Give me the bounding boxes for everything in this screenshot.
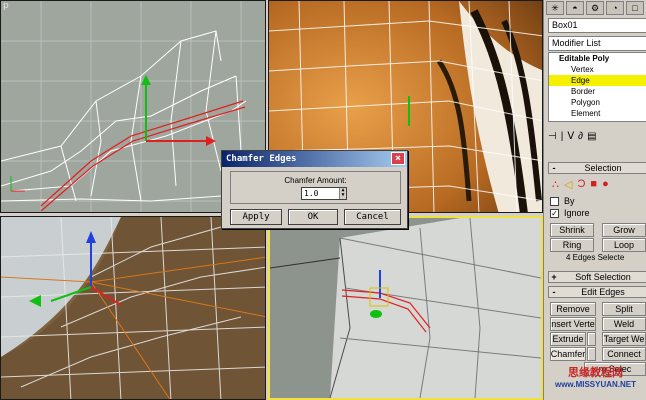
shaded-mesh	[270, 218, 541, 398]
chamfer-settings-button[interactable]	[587, 347, 596, 361]
modify-icon[interactable]: ◓	[566, 1, 584, 15]
chamfer-amount-value: 1.0	[304, 189, 319, 198]
subobject-icons: ∴ ◁ Ɔ ■ ●	[552, 178, 609, 191]
apply-button[interactable]: Apply	[230, 209, 282, 225]
insert-vertex-button[interactable]: nsert Verte	[550, 317, 596, 331]
weld-button[interactable]: Weld	[602, 317, 646, 331]
watermark-line1: 思缘教程网	[568, 367, 623, 379]
panel-tabs: ✳ ◓ ⚙ ◔ □	[544, 0, 646, 16]
cancel-button[interactable]: Cancel	[344, 209, 401, 225]
element-mode-icon[interactable]: ●	[602, 178, 609, 191]
chamfer-amount-label: Chamfer Amount:	[284, 176, 347, 185]
chamfer-amount-group: Chamfer Amount: 1.0 ▲ ▼	[230, 171, 401, 204]
stack-item-vertex[interactable]: Vertex	[549, 64, 646, 75]
watermark: 思缘教程网 www.MISSYUAN.NET	[545, 364, 646, 400]
by-vertex-checkbox[interactable]	[550, 197, 559, 206]
stack-item-polygon[interactable]: Polygon	[549, 97, 646, 108]
viewport-bottom-right-active[interactable]	[268, 216, 543, 400]
spinner-arrows-icon[interactable]: ▲ ▼	[339, 188, 346, 199]
vertex-mode-icon[interactable]: ∴	[552, 178, 559, 191]
create-icon[interactable]: ✳	[546, 1, 564, 15]
configure-sets-icon[interactable]: ▤	[587, 131, 596, 142]
pin-stack-icon[interactable]: ⊣	[548, 131, 557, 142]
make-unique-icon[interactable]: Ⅴ	[567, 131, 574, 142]
stack-item-editable-poly[interactable]: Editable Poly	[549, 53, 646, 64]
viewport-bottom-left[interactable]: ft	[0, 216, 266, 400]
edit-edges-title: Edit Edges	[581, 287, 625, 297]
watermark-line2: www.MISSYUAN.NET	[554, 380, 637, 389]
show-end-result-icon[interactable]: |	[561, 131, 564, 142]
edge-mode-icon[interactable]: ◁	[564, 178, 572, 191]
dialog-titlebar[interactable]: Chamfer Edges ×	[222, 151, 407, 167]
close-icon[interactable]: ×	[391, 152, 405, 165]
ok-button[interactable]: OK	[288, 209, 338, 225]
selection-status: 4 Edges Selecte	[566, 253, 625, 262]
selection-rollout-header[interactable]: - Selection	[548, 162, 646, 174]
ignore-backfacing-label: Ignore	[564, 208, 590, 218]
selection-rollout-title: Selection	[584, 163, 622, 173]
chamfer-amount-spinner[interactable]: 1.0 ▲ ▼	[301, 187, 347, 200]
edit-edges-rollout-header[interactable]: - Edit Edges	[548, 286, 646, 298]
grow-button[interactable]: Grow	[602, 223, 646, 237]
border-mode-icon[interactable]: Ɔ	[577, 178, 585, 191]
ring-button[interactable]: Ring	[550, 238, 594, 252]
object-name-field[interactable]: Box01	[548, 18, 646, 33]
modifier-stack: Editable Poly Vertex Edge Border Polygon…	[548, 52, 646, 122]
remove-button[interactable]: Remove	[550, 302, 596, 316]
shrink-button[interactable]: Shrink	[550, 223, 594, 237]
motion-icon[interactable]: ◔	[606, 1, 624, 15]
connect-button[interactable]: Connect	[602, 347, 646, 361]
extrude-button[interactable]: Extrude	[550, 332, 586, 346]
remove-modifier-icon[interactable]: ∂	[578, 131, 583, 142]
stack-toolbar: ⊣ | Ⅴ ∂ ▤	[548, 128, 646, 144]
split-button[interactable]: Split	[602, 302, 646, 316]
stack-item-element[interactable]: Element	[549, 108, 646, 119]
by-vertex-label: By	[564, 196, 575, 206]
extrude-settings-button[interactable]	[587, 332, 596, 346]
stack-item-border[interactable]: Border	[549, 86, 646, 97]
display-icon[interactable]: □	[626, 1, 644, 15]
chamfer-button[interactable]: Chamfer	[550, 347, 586, 361]
perspective-mesh	[1, 217, 265, 399]
hierarchy-icon[interactable]: ⚙	[586, 1, 604, 15]
ignore-backfacing-checkbox[interactable]: ✓	[550, 209, 559, 218]
soft-selection-rollout-header[interactable]: + Soft Selection	[548, 271, 646, 283]
modifier-list-dropdown[interactable]: Modifier List	[548, 36, 646, 51]
target-weld-button[interactable]: Target We	[602, 332, 646, 346]
chamfer-edges-dialog: Chamfer Edges × Chamfer Amount: 1.0 ▲ ▼ A…	[221, 150, 408, 229]
dialog-title: Chamfer Edges	[226, 154, 297, 164]
command-panel: ✳ ◓ ⚙ ◔ □ Box01 Modifier List Editable P…	[543, 0, 646, 400]
stack-item-edge[interactable]: Edge	[549, 75, 646, 86]
soft-selection-title: Soft Selection	[575, 272, 631, 282]
loop-button[interactable]: Loop	[602, 238, 646, 252]
polygon-mode-icon[interactable]: ■	[590, 178, 597, 191]
